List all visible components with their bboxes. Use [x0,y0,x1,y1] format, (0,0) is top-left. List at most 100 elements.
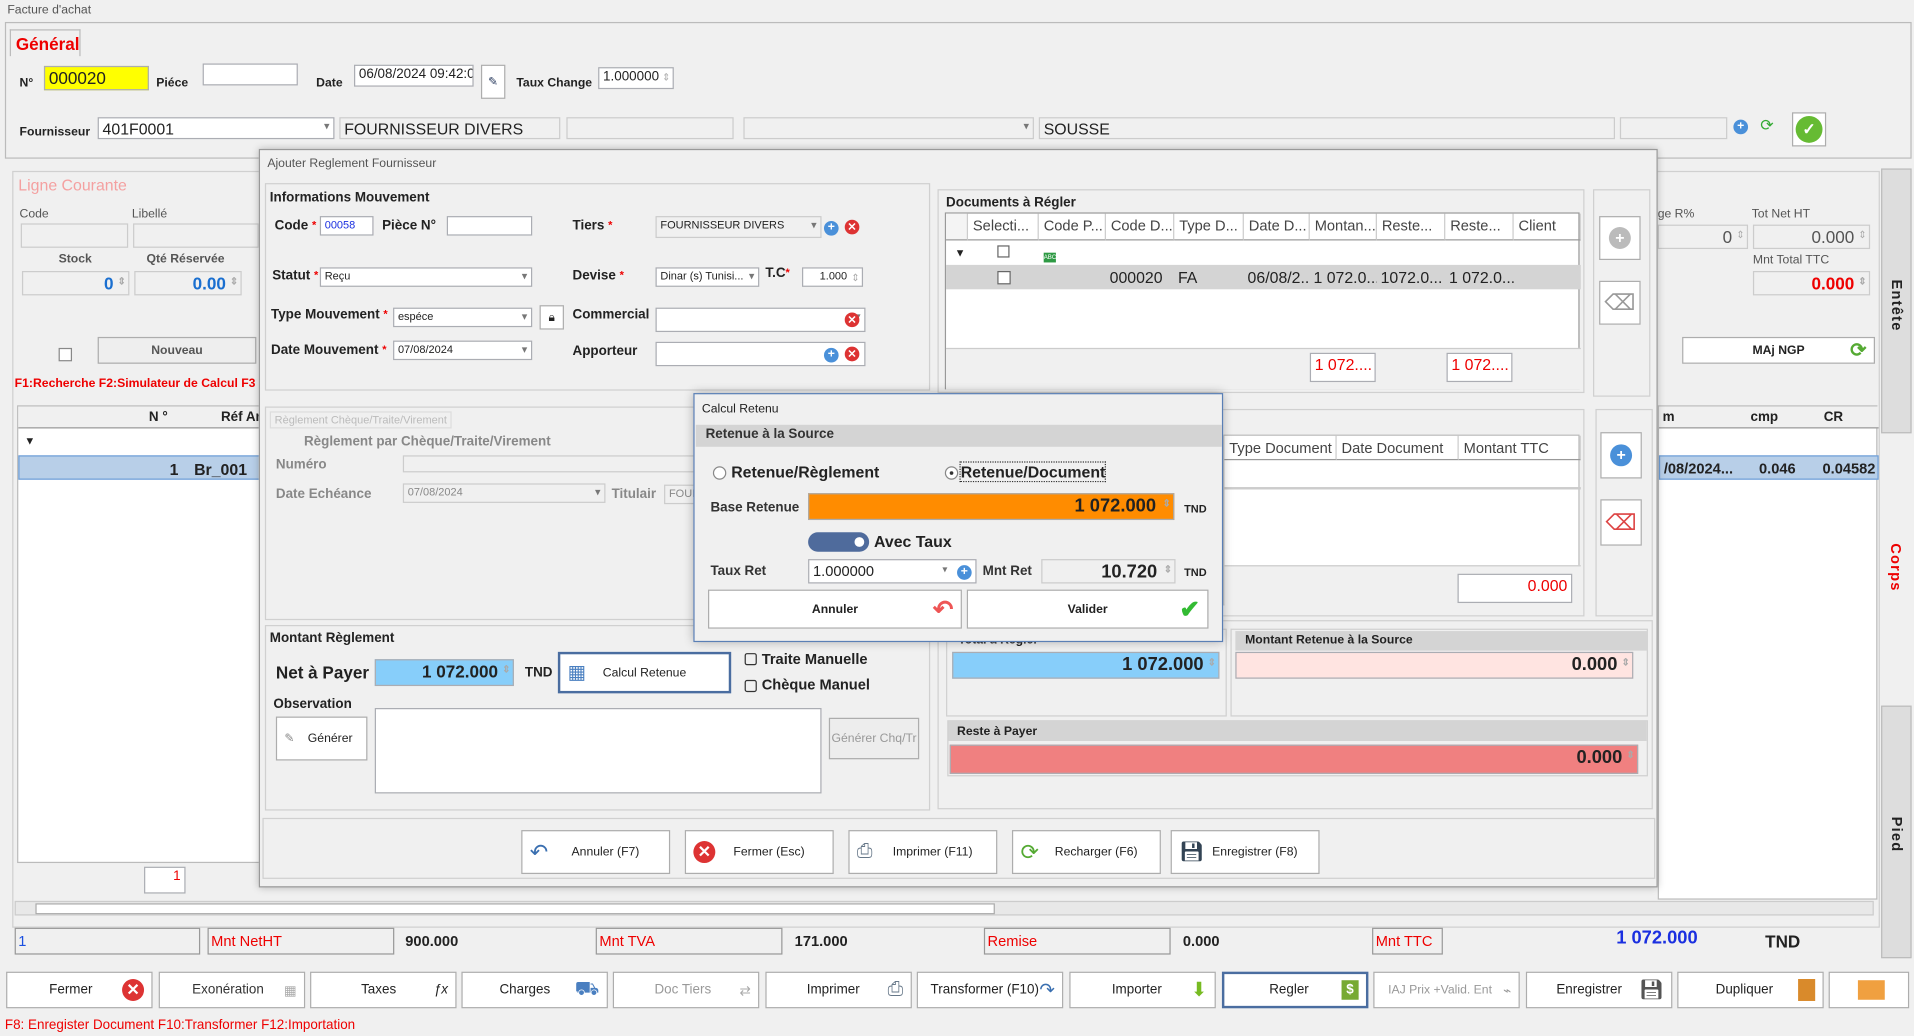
maj-ngp-button[interactable]: MAj NGP ⟳ [1682,336,1875,364]
scrollbar-thumb[interactable] [35,903,995,915]
chevron-down-icon[interactable]: ▾ [942,564,947,575]
col-header[interactable]: Selecti... [968,213,1039,241]
col-header[interactable]: Montan... [1309,213,1377,241]
taux-change-field[interactable]: 1.000000 [598,67,674,90]
tab-cheque[interactable]: Règlement Chèque/Traite/Virement [269,411,452,429]
col-header[interactable]: Code D... [1105,213,1175,241]
add-apporteur-button[interactable]: + [823,347,839,363]
base-retenue-field[interactable]: 1 072.000 [808,493,1175,521]
radio-retenue-reglement[interactable] [712,466,727,480]
avec-taux-toggle[interactable] [808,532,870,552]
code-field[interactable] [20,223,129,248]
enregistrer-f8-button[interactable]: 💾︎ Enregistrer (F8) [1170,830,1320,875]
filter-icon[interactable]: ▼ [951,244,969,261]
tiers-combo[interactable]: FOURNISSEUR DIVERS [655,216,822,239]
taxes-button[interactable]: Taxes ƒx [310,971,457,1009]
col-header[interactable]: Code P... [1038,213,1106,241]
validate-fournisseur-button[interactable]: ✓ [1791,112,1827,147]
refresh-button[interactable]: ⟳ [1760,116,1773,136]
col-header[interactable]: Type D... [1174,213,1244,241]
add-tiers-button[interactable]: + [823,220,839,236]
ligne-checkbox[interactable] [58,347,73,362]
code-mvt-field[interactable]: 00058 [319,216,374,236]
col-header[interactable]: Date D... [1243,213,1310,241]
statut-combo[interactable]: Reçu [319,267,533,287]
tab-general[interactable]: Général [9,29,81,57]
commercial-combo[interactable] [655,307,866,333]
add-fournisseur-button[interactable]: + [1733,118,1749,135]
taux-ret-combo[interactable]: 1.000000 [808,559,977,584]
select-all-checkbox[interactable] [997,245,1010,258]
col-header[interactable]: Reste... [1445,213,1514,241]
libelle-field[interactable] [133,223,259,248]
fournisseur-combo-2[interactable] [743,117,1034,140]
fermer-esc-button[interactable]: ✕ Fermer (Esc) [684,830,834,875]
regler-button[interactable]: Regler $ [1221,971,1369,1009]
col-header-cmp[interactable]: cmp [1747,408,1782,428]
col-header[interactable]: Client [1513,213,1581,241]
doc-tiers-button[interactable]: Doc Tiers ⇄ [612,971,760,1009]
add-document-button[interactable]: + [1599,216,1641,261]
add-retenue-button[interactable]: + [1600,432,1642,479]
lock-button[interactable]: 🔒︎ [539,305,564,330]
tab-entete[interactable]: Entête [1881,168,1912,434]
col-header[interactable]: Montant TTC [1458,435,1581,461]
fournisseur-combo[interactable]: 401F0001 [97,117,335,140]
horizontal-scrollbar[interactable] [14,900,1874,916]
open-folder-button[interactable] [1828,971,1910,1009]
imprimer-button[interactable]: Imprimer ⎙ [765,971,912,1009]
type-mvt-combo[interactable]: espéce [393,307,533,328]
erase-document-button[interactable]: ⌫ [1599,280,1641,325]
devise-combo[interactable]: Dinar (s) Tunisi... [655,267,760,287]
table-row[interactable]: /08/2024... 0.046 0.04582 [1658,455,1879,480]
generer-chq-button[interactable]: Générer Chq/Tr [828,717,920,760]
tab-pied[interactable]: Pied [1881,705,1912,959]
generer-button[interactable]: ✎ Générer [275,716,368,761]
importer-button[interactable]: Importer ⬇ [1069,971,1216,1009]
add-taux-button[interactable]: + [957,564,972,580]
recharger-f6-button[interactable]: ⟳ Recharger (F6) [1011,830,1161,875]
calcul-valider-button[interactable]: Valider ✔ [966,589,1209,629]
col-header[interactable]: Reste... [1376,213,1446,241]
col-header-cr[interactable]: CR [1820,408,1847,428]
piece-field[interactable] [202,63,298,86]
col-header-num[interactable]: N ° [145,408,171,428]
traite-manuelle-checkbox[interactable] [744,653,757,666]
enregistrer-button[interactable]: Enregistrer 💾︎ [1525,971,1673,1009]
nouveau-button[interactable]: Nouveau [97,336,257,364]
attach-button[interactable]: ✎ [480,64,506,99]
clear-tiers-button[interactable]: ✕ [844,219,860,235]
radio-retenue-document-label[interactable]: Retenue/Document [959,461,1107,483]
piece-n-field[interactable] [446,216,533,236]
col-header[interactable]: Type Document [1224,435,1337,461]
table-row[interactable]: 1 Br_001 [18,455,263,480]
radio-retenue-reglement-label[interactable]: Retenue/Règlement [731,463,879,481]
tc-field[interactable]: 1.000 [801,267,864,287]
num-field[interactable]: 000020 [43,65,149,91]
clear-apporteur-button[interactable]: ✕ [844,346,860,362]
filter-icon[interactable]: ▼ [21,432,39,449]
clear-commercial-button[interactable]: ✕ [844,312,860,328]
tab-corps[interactable]: Corps [1881,433,1912,705]
maj-prix-button[interactable]: IAJ Prix +Valid. Ent ⌁ [1373,971,1520,1009]
observation-textarea[interactable] [374,708,822,794]
date-field[interactable]: 06/08/2024 09:42:0 [354,64,474,87]
transformer-button[interactable]: Transformer (F10) ↷ [916,971,1064,1009]
col-header-ref[interactable]: Réf Ar [217,408,264,428]
page-field[interactable]: 1 [144,866,186,894]
table-row[interactable]: 000020 FA 06/08/2... 1 072.0... 1072.0..… [946,264,1581,290]
col-header-m[interactable]: m [1659,408,1678,428]
dupliquer-button[interactable]: Dupliquer [1677,971,1824,1009]
radio-retenue-document[interactable] [944,466,959,480]
erase-retenue-button[interactable]: ⌫ [1600,499,1642,546]
row-select-checkbox[interactable] [997,270,1011,285]
net-payer-field[interactable]: 1 072.000 [374,659,514,687]
date-mvt-combo[interactable]: 07/08/2024 [393,340,533,361]
col-header[interactable]: Date Document [1336,435,1459,461]
cheque-manuel-checkbox[interactable] [744,679,757,693]
exoneration-button[interactable]: Exonération ▦ [158,971,306,1009]
filter-abc-icon[interactable]: ABC [1043,248,1056,263]
annuler-f7-button[interactable]: ↶ Annuler (F7) [521,830,671,875]
fermer-button[interactable]: Fermer ✕ [6,971,153,1009]
charges-button[interactable]: Charges ⛟ [461,971,608,1009]
